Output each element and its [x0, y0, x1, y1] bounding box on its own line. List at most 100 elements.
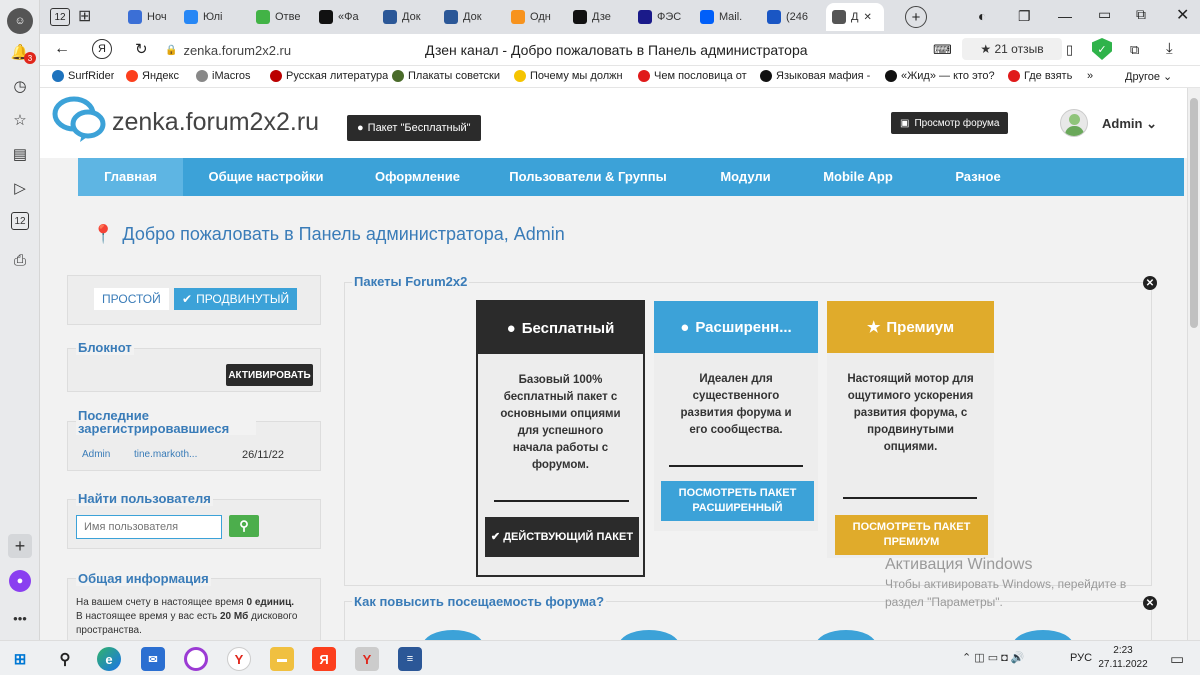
- mode-advanced-button[interactable]: ✔ ПРОДВИНУТЫЙ: [174, 288, 298, 310]
- edge-icon[interactable]: e: [97, 647, 121, 671]
- bookmark-label: Плакаты советски: [408, 70, 500, 82]
- file-explorer-icon[interactable]: ▬: [270, 647, 294, 671]
- bookmark-icon[interactable]: ▯: [1066, 42, 1073, 58]
- clock[interactable]: 2:23 27.11.2022: [1098, 644, 1148, 672]
- recent-title: Последние зарегистрировавшиеся: [76, 409, 256, 435]
- language-indicator[interactable]: РУС: [1070, 652, 1092, 664]
- browser-tab[interactable]: Д ✕: [826, 3, 884, 31]
- bookmark-item[interactable]: Русская литература: [270, 70, 388, 82]
- tablet-icon[interactable]: ⧉: [1130, 42, 1139, 58]
- page-scrollbar[interactable]: [1187, 88, 1200, 640]
- yandex-home-icon[interactable]: Я: [92, 39, 112, 59]
- view-forum-button[interactable]: ▣ Просмотр форума: [891, 112, 1009, 134]
- bookmark-item[interactable]: «Жид» — кто это?: [885, 70, 995, 82]
- nav-users-groups[interactable]: Пользователи & Группы: [498, 158, 678, 196]
- windows-start-icon[interactable]: ⊞: [8, 647, 32, 671]
- bookmarks-more[interactable]: »: [1087, 70, 1093, 82]
- browser-tab[interactable]: Отве: [250, 3, 306, 31]
- taskbar-search-icon[interactable]: ⚲: [53, 647, 77, 671]
- minimize-icon[interactable]: —: [1058, 8, 1072, 24]
- scroll-thumb[interactable]: [1190, 98, 1198, 328]
- nav-modules[interactable]: Модули: [708, 158, 783, 196]
- bookmarks-other[interactable]: Другое ⌄: [1125, 70, 1172, 83]
- browser-tab[interactable]: Ноч: [122, 3, 178, 31]
- recent-user[interactable]: Admin: [82, 449, 110, 460]
- close-traffic-icon[interactable]: ✕: [1143, 596, 1157, 610]
- add-panel-icon[interactable]: +: [8, 534, 32, 558]
- tabs-counter-icon[interactable]: 12: [11, 212, 29, 230]
- tab-counter[interactable]: 12: [50, 8, 70, 26]
- star-icon[interactable]: ☆: [8, 108, 32, 132]
- mode-simple-button[interactable]: ПРОСТОЙ: [94, 288, 169, 310]
- maximize-icon[interactable]: ▭: [1098, 6, 1111, 23]
- new-tab-button[interactable]: +: [905, 6, 927, 28]
- close-packages-icon[interactable]: ✕: [1143, 276, 1157, 290]
- yandex-active-icon[interactable]: Y: [355, 647, 379, 671]
- bookmark-item[interactable]: Яндекс: [126, 70, 179, 82]
- nav-appearance[interactable]: Оформление: [360, 158, 475, 196]
- package-badge[interactable]: ● Пакет "Бесплатный": [347, 115, 481, 141]
- browser-tab[interactable]: Одн: [505, 3, 561, 31]
- reviews-button[interactable]: ★ 21 отзыв: [962, 38, 1062, 60]
- bookmark-item[interactable]: SurfRider: [52, 70, 114, 82]
- current-package-button[interactable]: ✔ ДЕЙСТВУЮЩИЙ ПАКЕТ: [485, 517, 639, 557]
- play-icon[interactable]: ▷: [8, 176, 32, 200]
- clock-icon[interactable]: ◷: [8, 74, 32, 98]
- back-icon[interactable]: ←: [54, 40, 70, 58]
- windows-activation-title: Активация Windows: [885, 556, 1033, 573]
- admin-avatar[interactable]: [1060, 109, 1088, 137]
- shield-icon[interactable]: ✓: [1092, 38, 1112, 60]
- close-window-icon[interactable]: ✕: [1176, 5, 1189, 25]
- notifications-icon[interactable]: ▭: [1170, 650, 1184, 668]
- tray-icons[interactable]: ⌃ ◫ ▭ ◘ 🔊: [962, 651, 1025, 664]
- yandex-icon[interactable]: Я: [312, 647, 336, 671]
- collections-icon[interactable]: ▤: [8, 142, 32, 166]
- translate-icon[interactable]: ⌨: [933, 42, 952, 58]
- reload-icon[interactable]: ↻: [135, 40, 148, 58]
- browser-tab[interactable]: Юлі: [178, 3, 234, 31]
- activate-button[interactable]: АКТИВИРОВАТЬ: [226, 364, 313, 386]
- nav-home[interactable]: Главная: [78, 158, 183, 196]
- check-icon: ✔: [182, 292, 193, 306]
- browser-app-icon[interactable]: [184, 647, 208, 671]
- close-tab-icon[interactable]: ✕: [863, 12, 871, 23]
- download-icon[interactable]: ⤓: [1166, 40, 1173, 57]
- view-extended-package-button[interactable]: ПОСМОТРЕТЬ ПАКЕТ РАСШИРЕННЫЙ: [661, 481, 814, 521]
- bookmark-item[interactable]: Языковая мафия -: [760, 70, 870, 82]
- profile-avatar[interactable]: ☺: [7, 8, 33, 34]
- welcome-heading: 📍 Добро пожаловать в Панель администратор…: [92, 224, 565, 244]
- browser-tab[interactable]: «Фа: [313, 3, 369, 31]
- nav-mobile-app[interactable]: Mobile App: [813, 158, 903, 196]
- document-app-icon[interactable]: ≡: [398, 647, 422, 671]
- bookmark-item[interactable]: iMacros: [196, 70, 251, 82]
- browser-tab[interactable]: (246: [761, 3, 817, 31]
- browser-tab[interactable]: Mail.: [694, 3, 750, 31]
- bookmark-item[interactable]: Чем пословица от: [638, 70, 747, 82]
- url-field[interactable]: 🔒 zenka.forum2x2.ru: [165, 40, 315, 60]
- bookmark-label: Яндекс: [142, 70, 179, 82]
- bookmark-item[interactable]: Плакаты советски: [392, 70, 500, 82]
- bookmark-item[interactable]: Где взять: [1008, 70, 1072, 82]
- copy-icon[interactable]: ❐: [1018, 8, 1031, 25]
- site-logo-text[interactable]: zenka.forum2x2.ru: [112, 108, 319, 137]
- browser-tab[interactable]: Дзе: [567, 3, 623, 31]
- camera-icon[interactable]: ⎙: [8, 248, 32, 272]
- username-search-input[interactable]: [76, 515, 222, 539]
- search-button[interactable]: ⚲: [229, 515, 259, 537]
- more-icon[interactable]: •••: [8, 606, 32, 630]
- restore-icon[interactable]: ⧉: [1136, 6, 1146, 23]
- yandex-browser-icon[interactable]: Y: [227, 647, 251, 671]
- admin-menu[interactable]: Admin ⌄: [1102, 116, 1157, 132]
- bookmark-label: SurfRider: [68, 70, 115, 82]
- mail-app-icon[interactable]: ✉: [141, 647, 165, 671]
- nav-general-settings[interactable]: Общие настройки: [196, 158, 336, 196]
- bookmark-item[interactable]: Почему мы должн: [514, 70, 623, 82]
- browser-tab[interactable]: Док: [438, 3, 494, 31]
- new-tab-group-icon[interactable]: ⊞: [78, 6, 91, 26]
- nav-misc[interactable]: Разное: [938, 158, 1018, 196]
- browser-tab[interactable]: ФЭС: [632, 3, 688, 31]
- alice-icon[interactable]: ●: [9, 570, 31, 592]
- browser-tab[interactable]: Док: [377, 3, 433, 31]
- view-premium-package-button[interactable]: ПОСМОТРЕТЬ ПАКЕТ ПРЕМИУМ: [835, 515, 988, 555]
- extension-icon[interactable]: ◐: [978, 8, 986, 24]
